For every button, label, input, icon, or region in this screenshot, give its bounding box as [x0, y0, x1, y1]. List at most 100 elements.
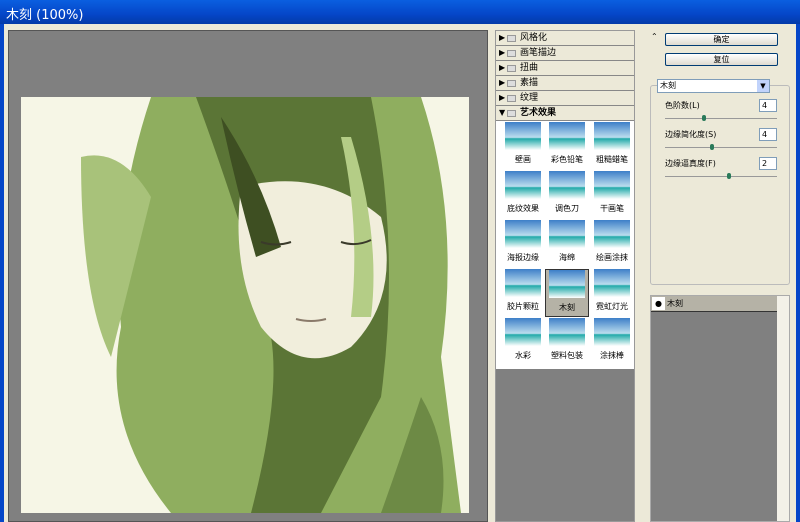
collapse-triangle-icon: ▼	[499, 108, 506, 117]
filter-preview-image	[549, 171, 585, 199]
filter-label: 木刻	[559, 303, 575, 312]
filter-thumb[interactable]: 胶片颗粒	[501, 269, 545, 317]
category-brush-strokes[interactable]: ▶ 画笔描边	[496, 46, 634, 61]
param-slider[interactable]	[665, 144, 777, 150]
filter-label: 干画笔	[600, 204, 624, 213]
ok-button[interactable]: 确定	[665, 33, 778, 46]
expand-triangle-icon: ▶	[499, 63, 506, 72]
filter-browser: ▶ 风格化 ▶ 画笔描边 ▶ 扭曲 ▶ 素描 ▶ 纹理 ▼ 艺术效果 壁画 彩色铅笔 粗糙蜡笔底…	[495, 30, 635, 522]
filter-thumb[interactable]: 霓虹灯光	[590, 269, 634, 317]
title-bar: 木刻 (100%)	[0, 0, 800, 24]
filter-label: 调色刀	[555, 204, 579, 213]
param-input[interactable]: 2	[759, 157, 777, 170]
filter-label: 绘画涂抹	[596, 253, 628, 262]
chevron-down-icon: ▼	[757, 80, 769, 92]
window-border	[0, 24, 4, 522]
filter-thumb[interactable]: 调色刀	[545, 171, 589, 219]
filter-thumb[interactable]: 壁画	[501, 122, 545, 170]
filter-preview-image	[594, 318, 630, 346]
filter-label: 霓虹灯光	[596, 302, 628, 311]
category-label: 风格化	[520, 33, 548, 43]
category-artistic[interactable]: ▼ 艺术效果	[496, 106, 634, 121]
param-input[interactable]: 4	[759, 99, 777, 112]
filter-select-value: 木刻	[660, 81, 676, 90]
category-texture[interactable]: ▶ 纹理	[496, 91, 634, 106]
filter-label: 粗糙蜡笔	[596, 155, 628, 164]
folder-icon	[507, 65, 516, 72]
filter-preview-image	[549, 270, 585, 298]
filter-preview-image	[505, 171, 541, 199]
filter-thumb[interactable]: 塑料包装	[545, 318, 589, 366]
filter-thumb[interactable]: 干画笔	[590, 171, 634, 219]
category-label: 扭曲	[520, 63, 539, 73]
filter-label: 水彩	[515, 351, 531, 360]
filter-thumb[interactable]: 底纹效果	[501, 171, 545, 219]
filter-label: 底纹效果	[507, 204, 539, 213]
param-input[interactable]: 4	[759, 128, 777, 141]
filter-thumb[interactable]: 海报边缘	[501, 220, 545, 268]
category-distort[interactable]: ▶ 扭曲	[496, 61, 634, 76]
filter-thumb[interactable]: 彩色铅笔	[545, 122, 589, 170]
preview-image	[21, 97, 469, 513]
settings-panel: ⌃ 确定 复位 木刻 ▼ 色阶数(L) 4 边缘简化度(S) 4 边缘逼真度(F) 2 ● 木…	[645, 28, 795, 522]
slider-knob[interactable]	[701, 115, 706, 121]
filter-preview-image	[505, 318, 541, 346]
filter-thumb[interactable]: 粗糙蜡笔	[590, 122, 634, 170]
folder-icon	[507, 95, 516, 102]
effect-layer-label: 木刻	[667, 299, 683, 308]
param-slider[interactable]	[665, 173, 777, 179]
filter-label: 涂抹棒	[600, 351, 624, 360]
filter-thumb[interactable]: 水彩	[501, 318, 545, 366]
folder-icon	[507, 35, 516, 42]
collapse-chevron-icon[interactable]: ⌃	[651, 32, 658, 41]
filter-preview-image	[594, 122, 630, 150]
param-label: 边缘简化度(S)	[665, 130, 717, 139]
category-label: 艺术效果	[520, 108, 557, 118]
filter-select[interactable]: 木刻 ▼	[657, 79, 770, 93]
expand-triangle-icon: ▶	[499, 33, 506, 42]
effect-layers-panel: ● 木刻	[650, 295, 790, 522]
folder-icon	[507, 50, 516, 57]
expand-triangle-icon: ▶	[499, 48, 506, 57]
category-label: 画笔描边	[520, 48, 557, 58]
category-label: 纹理	[520, 93, 539, 103]
preview-area[interactable]	[8, 30, 488, 522]
reset-button[interactable]: 复位	[665, 53, 778, 66]
eye-icon[interactable]: ●	[652, 297, 665, 310]
filter-list: ▶ 风格化 ▶ 画笔描边 ▶ 扭曲 ▶ 素描 ▶ 纹理 ▼ 艺术效果 壁画 彩色铅笔 粗糙蜡笔底…	[496, 31, 634, 369]
category-stylize[interactable]: ▶ 风格化	[496, 31, 634, 46]
window-border	[796, 24, 800, 522]
filter-preview-image	[549, 122, 585, 150]
filter-thumb[interactable]: 海绵	[545, 220, 589, 268]
folder-icon	[507, 110, 516, 117]
filter-label: 彩色铅笔	[551, 155, 583, 164]
filter-settings-group	[650, 85, 790, 285]
category-sketch[interactable]: ▶ 素描	[496, 76, 634, 91]
filter-preview-image	[594, 269, 630, 297]
folder-icon	[507, 80, 516, 87]
param-label: 色阶数(L)	[665, 101, 700, 110]
window-title: 木刻 (100%)	[6, 8, 84, 23]
filter-label: 胶片颗粒	[507, 302, 539, 311]
category-label: 素描	[520, 78, 539, 88]
filter-preview-image	[594, 171, 630, 199]
filter-thumb[interactable]: 绘画涂抹	[590, 220, 634, 268]
filter-label: 塑料包装	[551, 351, 583, 360]
expand-triangle-icon: ▶	[499, 93, 506, 102]
param-label: 边缘逼真度(F)	[665, 159, 716, 168]
filter-preview-image	[594, 220, 630, 248]
filter-thumb[interactable]: 涂抹棒	[590, 318, 634, 366]
slider-knob[interactable]	[709, 144, 714, 150]
filter-thumb[interactable]: 木刻	[545, 269, 589, 317]
filter-preview-image	[505, 220, 541, 248]
scrollbar[interactable]	[777, 296, 789, 521]
filter-label: 壁画	[515, 155, 531, 164]
slider-knob[interactable]	[726, 173, 731, 179]
filter-preview-image	[505, 269, 541, 297]
filter-preview-image	[505, 122, 541, 150]
param-slider[interactable]	[665, 115, 777, 121]
expand-triangle-icon: ▶	[499, 78, 506, 87]
filter-label: 海报边缘	[507, 253, 539, 262]
effect-layer-row[interactable]: ● 木刻	[651, 296, 777, 312]
filter-preview-image	[549, 318, 585, 346]
